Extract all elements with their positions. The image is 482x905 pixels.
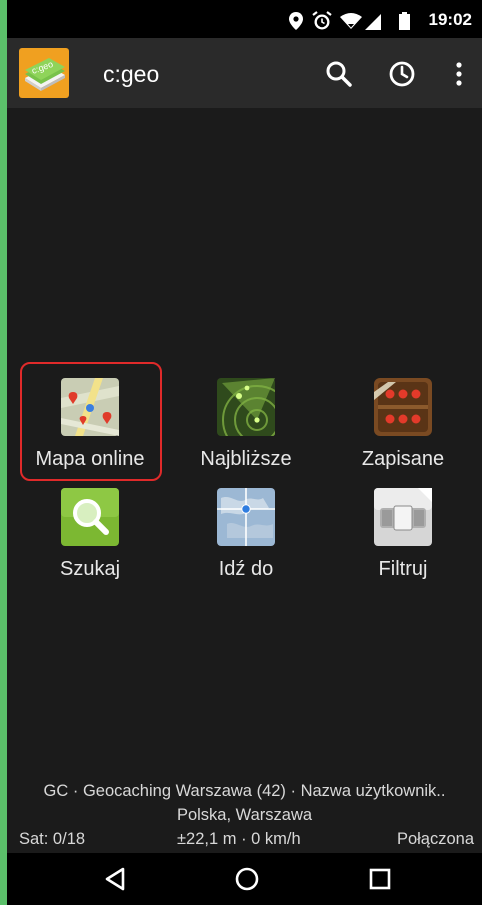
alarm-icon (312, 11, 332, 30)
tile-label: Najbliższe (200, 448, 292, 470)
tile-saved[interactable]: Zapisane (324, 370, 482, 478)
app-title: c:geo (103, 61, 160, 87)
status-bar: 19:02 (7, 0, 482, 38)
satellites-info: Sat: 0/18 (19, 830, 86, 848)
cgeo-logo-icon[interactable]: c:geo (19, 48, 69, 98)
tile-label: Mapa online (35, 448, 145, 470)
wifi-icon (340, 13, 362, 29)
status-time: 19:02 (428, 10, 472, 29)
history-icon[interactable] (386, 58, 418, 90)
magnifier-icon (61, 488, 119, 546)
location-info: Polska, Warszawa (176, 806, 313, 824)
connection-status: Połączona (396, 830, 474, 848)
tile-map-online[interactable]: Mapa online (11, 370, 169, 478)
signal-icon (365, 14, 381, 30)
app-bar: c:geo c:geo (7, 38, 482, 108)
tile-go-to[interactable]: Idź do (167, 480, 325, 588)
overflow-menu-icon[interactable] (443, 58, 475, 90)
tile-label: Zapisane (361, 448, 445, 470)
back-icon[interactable] (101, 865, 129, 893)
home-icon[interactable] (233, 865, 261, 893)
tile-filter[interactable]: Filtruj (324, 480, 482, 588)
recents-icon[interactable] (366, 865, 394, 893)
tile-label: Idź do (218, 558, 274, 580)
tile-label: Szukaj (59, 558, 121, 580)
navigation-bar (7, 853, 482, 905)
map-icon (61, 378, 119, 436)
tile-nearby[interactable]: Najbliższe (167, 370, 325, 478)
globe-icon (217, 488, 275, 546)
tile-search[interactable]: Szukaj (11, 480, 169, 588)
location-icon (289, 12, 303, 30)
device-frame: 19:02 c:geo c:geo Mapa online Najbliższe… (0, 0, 482, 905)
screen: 19:02 c:geo c:geo Mapa online Najbliższe… (7, 0, 482, 905)
filter-icon (374, 488, 432, 546)
search-icon[interactable] (323, 58, 355, 90)
tile-label: Filtruj (378, 558, 428, 580)
account-info: GC · Geocaching Warszawa (42) · Nazwa uż… (43, 782, 446, 800)
accuracy-speed-info: ±22,1 m · 0 km/h (177, 830, 301, 848)
radar-icon (217, 378, 275, 436)
saved-caches-icon (374, 378, 432, 436)
battery-icon (399, 12, 410, 30)
